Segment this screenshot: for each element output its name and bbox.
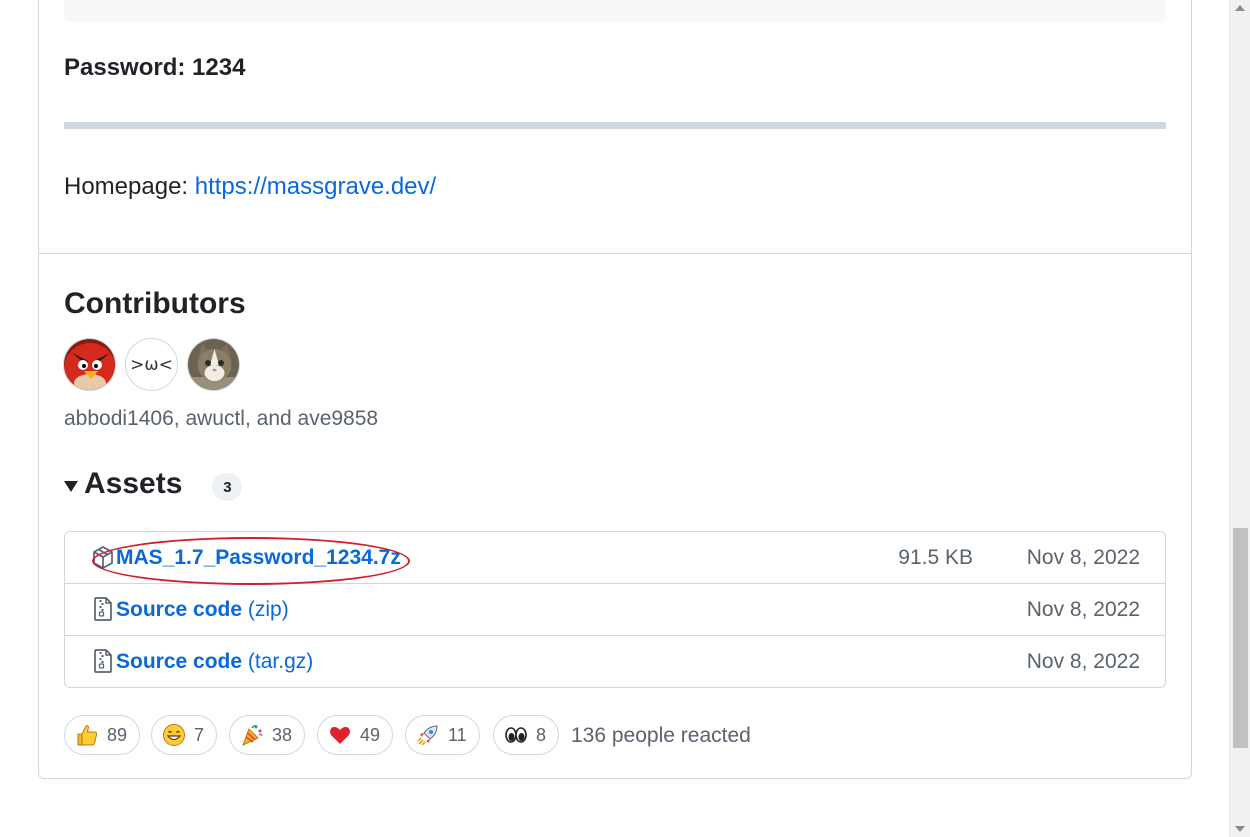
rocket-icon	[417, 725, 438, 746]
scroll-thumb[interactable]	[1233, 528, 1248, 748]
reaction-count: 11	[448, 724, 467, 745]
password-text: Password: 1234	[64, 54, 246, 81]
reaction-heart[interactable]: 49	[317, 715, 394, 755]
assets-toggle[interactable]: Assets 3	[64, 466, 243, 502]
reaction-eyes[interactable]: 8	[493, 715, 560, 755]
cat-avatar-icon	[188, 339, 239, 390]
asset-name: Source code	[116, 598, 243, 621]
reaction-hooray[interactable]: 38	[229, 715, 306, 755]
file-zip-icon	[94, 597, 112, 621]
reactions-summary: 136 people reacted	[571, 724, 751, 747]
thumbs-up-icon	[77, 725, 98, 746]
eyes-icon	[505, 727, 527, 743]
asset-date: Nov 8, 2022	[1026, 650, 1140, 673]
asset-date: Nov 8, 2022	[1026, 546, 1140, 569]
reaction-count: 8	[536, 724, 547, 745]
asset-name: MAS_1.7_Password_1234.7z	[116, 546, 401, 569]
reaction-rocket[interactable]: 11	[405, 715, 480, 755]
avatar-ave9858[interactable]	[187, 338, 240, 391]
laugh-icon	[163, 724, 185, 746]
caret-down-icon	[64, 480, 78, 492]
asset-suffix: (zip)	[247, 598, 289, 621]
horizontal-rule	[64, 122, 1166, 129]
assets-count-badge: 3	[212, 473, 243, 501]
kaomoji-avatar-icon: >ω<	[130, 354, 173, 375]
code-block-tail	[64, 0, 1166, 22]
asset-suffix: (tar.gz)	[247, 650, 314, 673]
homepage-label: Homepage:	[64, 173, 195, 200]
avatar-awuctl[interactable]: >ω<	[125, 338, 178, 391]
avatar-abbodi1406[interactable]	[63, 338, 116, 391]
angry-bird-avatar-icon	[64, 339, 115, 390]
hooray-icon	[242, 725, 263, 746]
assets-list: MAS_1.7_Password_1234.7z 91.5 KB Nov 8, …	[64, 531, 1166, 688]
asset-row: Source code (zip) Nov 8, 2022	[65, 583, 1165, 635]
file-zip-icon	[94, 649, 112, 673]
asset-date: Nov 8, 2022	[1026, 598, 1140, 621]
asset-row: MAS_1.7_Password_1234.7z 91.5 KB Nov 8, …	[65, 532, 1165, 584]
vertical-scrollbar[interactable]	[1229, 0, 1250, 837]
reaction-count: 7	[194, 724, 205, 745]
section-divider	[39, 253, 1191, 254]
asset-link-7z[interactable]: MAS_1.7_Password_1234.7z	[116, 544, 401, 572]
assets-heading: Assets	[84, 467, 183, 500]
asset-size: 91.5 KB	[898, 546, 973, 569]
homepage-line: Homepage: https://massgrave.dev/	[64, 172, 436, 202]
asset-link-targz[interactable]: Source code (tar.gz)	[116, 648, 313, 676]
reaction-count: 89	[107, 724, 128, 745]
asset-row: Source code (tar.gz) Nov 8, 2022	[65, 635, 1165, 687]
asset-link-zip[interactable]: Source code (zip)	[116, 596, 289, 624]
reaction-count: 49	[360, 724, 381, 745]
asset-name: Source code	[116, 650, 243, 673]
package-icon	[93, 546, 113, 569]
homepage-link[interactable]: https://massgrave.dev/	[195, 173, 436, 200]
reaction-count: 38	[272, 724, 293, 745]
heart-icon	[330, 726, 350, 744]
scroll-down-arrow-icon[interactable]	[1235, 826, 1245, 832]
contributors-names: abbodi1406, awuctl, and ave9858	[64, 407, 379, 430]
scroll-up-arrow-icon[interactable]	[1235, 5, 1245, 11]
contributors-heading: Contributors	[64, 287, 246, 320]
reaction-laugh[interactable]: 7	[151, 715, 218, 755]
reaction-thumbs-up[interactable]: 89	[64, 715, 141, 755]
